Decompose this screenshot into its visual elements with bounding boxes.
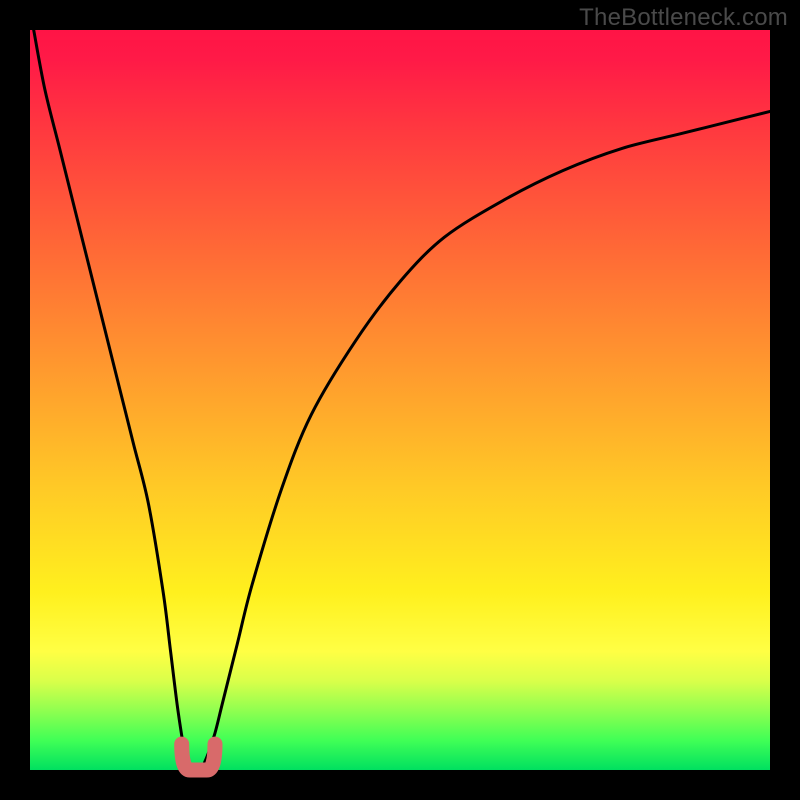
bottleneck-minimum-highlight (182, 744, 215, 770)
plot-area (30, 30, 770, 770)
bottleneck-curve-line (34, 30, 770, 772)
chart-frame: TheBottleneck.com (0, 0, 800, 800)
curve-overlay (30, 30, 770, 770)
watermark-text: TheBottleneck.com (579, 4, 788, 32)
